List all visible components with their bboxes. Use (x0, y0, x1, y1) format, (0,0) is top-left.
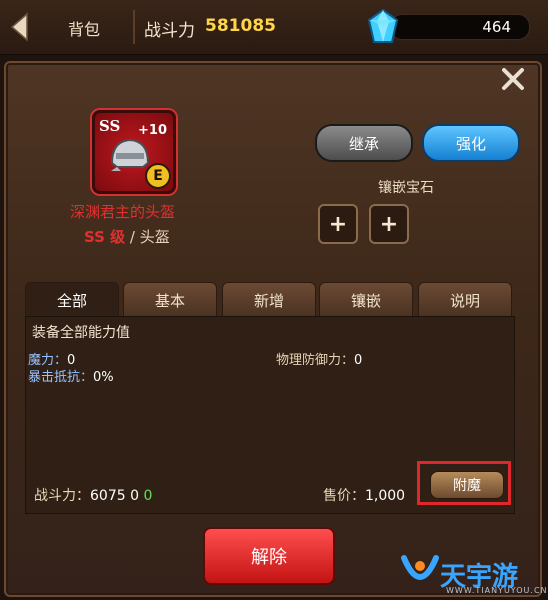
inlay-gem-label: 镶嵌宝石 (378, 180, 434, 196)
tab-basic[interactable]: 基本 (123, 282, 217, 317)
rank-badge: E (145, 163, 171, 189)
item-power-delta: 0 (143, 488, 153, 504)
back-arrow-icon[interactable] (8, 12, 32, 42)
item-type: 头盔 (139, 228, 170, 246)
crit-label: 暴击抵抗： (28, 370, 94, 385)
tab-bar: 全部 基本 新增 镶嵌 说明 (25, 282, 513, 318)
enchant-button[interactable]: 附魔 (430, 471, 504, 499)
inherit-button[interactable]: 继承 (315, 124, 413, 162)
item-rank: SS 级 (84, 228, 126, 246)
slash: / (125, 228, 140, 246)
price-value: 1,000 (365, 488, 406, 504)
phys-value: 0 (354, 353, 363, 368)
page-title: 背包 (68, 20, 101, 39)
watermark: 天宇游 WWW.TIANYUYOU.CN (400, 552, 548, 600)
plus-icon: + (379, 211, 399, 237)
watermark-url: WWW.TIANYUYOU.CN (446, 586, 548, 595)
power-label: 战斗力 (144, 21, 195, 41)
item-power-label: 战斗力： (34, 488, 90, 504)
phys-defense-stat: 物理防御力：0 (276, 349, 362, 368)
item-name: 深渊君主的头盔 (70, 203, 176, 221)
plus-icon: + (328, 211, 348, 237)
crit-value: 0% (93, 370, 114, 385)
gem-count: 464 (482, 18, 511, 36)
enhance-button[interactable]: 强化 (422, 124, 520, 162)
tab-all[interactable]: 全部 (25, 282, 119, 318)
watermark-logo-icon (401, 555, 439, 580)
phys-label: 物理防御力： (276, 353, 355, 368)
price-label: 售价： (323, 488, 365, 504)
gem-slot-1[interactable]: + (318, 204, 358, 244)
grade-label: SS (99, 117, 121, 135)
item-grade-type: SS 级 / 头盔 (84, 226, 170, 247)
sell-price: 售价：1,000 (323, 485, 405, 505)
gem-counter[interactable]: 464 (390, 14, 530, 40)
tab-inlay[interactable]: 镶嵌 (319, 282, 413, 317)
item-power-value: 6075 0 (90, 488, 144, 504)
stats-panel: 装备全部能力值 魔力：0 暴击抵抗：0% 物理防御力：0 战斗力：6075 0 … (25, 316, 515, 514)
tab-description[interactable]: 说明 (418, 282, 512, 317)
helmet-item-icon[interactable]: SS +10 E (92, 110, 176, 194)
close-button[interactable] (496, 63, 530, 95)
item-power: 战斗力：6075 0 0 (34, 485, 152, 505)
close-icon (502, 68, 524, 90)
gem-slot-2[interactable]: + (369, 204, 409, 244)
stats-title: 装备全部能力值 (32, 325, 130, 341)
crit-resist-stat: 暴击抵抗：0% (28, 366, 114, 385)
top-bar: 背包 战斗力 581085 464 (0, 0, 548, 55)
divider (133, 10, 135, 44)
tab-added[interactable]: 新增 (222, 282, 316, 317)
enchant-highlight: 附魔 (417, 461, 511, 505)
release-button[interactable]: 解除 (203, 527, 335, 585)
power-value: 581085 (205, 16, 276, 36)
diamond-icon (366, 8, 400, 46)
